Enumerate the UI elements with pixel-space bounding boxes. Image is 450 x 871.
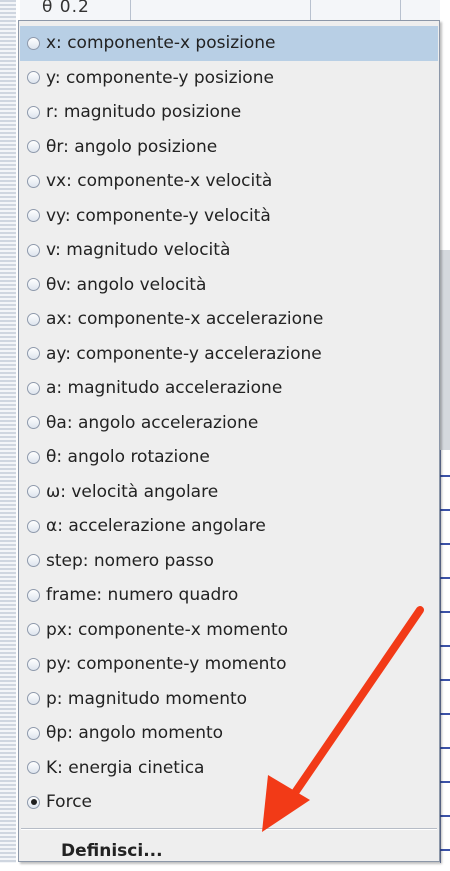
plot-tick-mark xyxy=(440,781,450,783)
menu-item[interactable]: y: componente-y posizione xyxy=(20,61,438,96)
plot-tick-mark xyxy=(440,815,450,817)
radio-unchecked-icon xyxy=(27,36,40,50)
menu-item-label: θ: angolo rotazione xyxy=(46,447,210,468)
radio-unchecked-icon xyxy=(27,657,40,671)
menu-item-label: x: componente-x posizione xyxy=(46,33,276,54)
menu-item-label: y: componente-y posizione xyxy=(46,67,274,88)
radio-unchecked-icon xyxy=(27,554,40,568)
plot-tick-mark xyxy=(440,679,450,681)
menu-item-label: Force xyxy=(46,792,92,813)
menu-item[interactable]: ax: componente-x accelerazione xyxy=(20,302,438,337)
radio-unchecked-icon xyxy=(27,71,40,85)
menu-item-label: frame: numero quadro xyxy=(46,585,239,606)
menu-item-label: vx: componente-x velocità xyxy=(46,171,273,192)
table-column-divider xyxy=(310,0,311,20)
radio-unchecked-icon xyxy=(27,312,40,326)
menu-separator-highlight xyxy=(21,829,437,830)
plot-tick-mark xyxy=(440,475,450,477)
menu-item-label: r: magnitudo posizione xyxy=(46,102,242,123)
menu-item[interactable]: py: componente-y momento xyxy=(20,647,438,682)
menu-item-label: ω: velocità angolare xyxy=(46,481,219,502)
define-label: Definisci... xyxy=(61,841,163,861)
menu-item-label: θa: angolo accelerazione xyxy=(46,412,259,433)
menu-item[interactable]: θa: angolo accelerazione xyxy=(20,406,438,441)
menu-item[interactable]: θp: angolo momento xyxy=(20,716,438,751)
window-left-border xyxy=(0,0,16,863)
menu-item-label: ax: componente-x accelerazione xyxy=(46,309,324,330)
table-column-divider xyxy=(400,0,401,20)
menu-item-label: ay: componente-y accelerazione xyxy=(46,343,322,364)
menu-item-label: a: magnitudo accelerazione xyxy=(46,378,283,399)
plot-tick-mark xyxy=(440,747,450,749)
variable-popup-menu: x: componente-x posizione y: componente-y… xyxy=(18,20,440,862)
menu-item[interactable]: θv: angolo velocità xyxy=(20,268,438,303)
menu-item-label: v: magnitudo velocità xyxy=(46,240,231,261)
menu-item-label: px: componente-x momento xyxy=(46,619,289,640)
radio-checked-icon xyxy=(27,795,40,809)
menu-item[interactable]: a: magnitudo accelerazione xyxy=(20,371,438,406)
menu-item[interactable]: frame: numero quadro xyxy=(20,578,438,613)
menu-item[interactable]: α: accelerazione angolare xyxy=(20,509,438,544)
table-column-divider xyxy=(130,0,131,20)
radio-unchecked-icon xyxy=(27,519,40,533)
radio-unchecked-icon xyxy=(27,105,40,119)
menu-item[interactable]: K: energia cinetica xyxy=(20,751,438,786)
radio-unchecked-icon xyxy=(27,450,40,464)
menu-item[interactable]: x: componente-x posizione xyxy=(20,26,438,61)
menu-item[interactable]: vy: componente-y velocità xyxy=(20,199,438,234)
radio-unchecked-icon xyxy=(27,692,40,706)
menu-item-label: py: componente-y momento xyxy=(46,654,287,675)
plot-tick-mark xyxy=(440,611,450,613)
radio-unchecked-icon xyxy=(27,726,40,740)
plot-tick-mark xyxy=(440,849,450,851)
radio-unchecked-icon xyxy=(27,588,40,602)
plot-tick-mark xyxy=(440,577,450,579)
menu-item[interactable]: Force xyxy=(20,785,438,820)
menu-item-label: K: energia cinetica xyxy=(46,757,205,778)
radio-unchecked-icon xyxy=(27,761,40,775)
menu-item[interactable]: ay: componente-y accelerazione xyxy=(20,337,438,372)
radio-unchecked-icon xyxy=(27,243,40,257)
menu-item[interactable]: θr: angolo posizione xyxy=(20,130,438,165)
menu-item[interactable]: px: componente-x momento xyxy=(20,613,438,648)
menu-item[interactable]: r: magnitudo posizione xyxy=(20,95,438,130)
radio-unchecked-icon xyxy=(27,278,40,292)
menu-item-label: p: magnitudo momento xyxy=(46,688,248,709)
menu-item-label: θp: angolo momento xyxy=(46,723,224,744)
radio-unchecked-icon xyxy=(27,347,40,361)
plot-tick-mark xyxy=(440,713,450,715)
plot-tick-mark xyxy=(440,509,450,511)
radio-unchecked-icon xyxy=(27,485,40,499)
radio-unchecked-icon xyxy=(27,381,40,395)
menu-item-label: θr: angolo posizione xyxy=(46,136,218,157)
plot-tick-mark xyxy=(440,543,450,545)
table-cell-partial: θ 0.2 xyxy=(42,0,90,17)
radio-unchecked-icon xyxy=(27,174,40,188)
radio-unchecked-icon xyxy=(27,623,40,637)
define-menu-item[interactable]: Definisci... xyxy=(20,831,438,871)
plot-axis-line xyxy=(440,450,441,863)
menu-item[interactable]: v: magnitudo velocità xyxy=(20,233,438,268)
menu-item-label: θv: angolo velocità xyxy=(46,274,207,295)
menu-item[interactable]: p: magnitudo momento xyxy=(20,682,438,717)
menu-item-label: α: accelerazione angolare xyxy=(46,516,266,537)
radio-unchecked-icon xyxy=(27,209,40,223)
menu-item-label: step: nomero passo xyxy=(46,550,214,571)
menu-item[interactable]: ω: velocità angolare xyxy=(20,475,438,510)
radio-unchecked-icon xyxy=(27,140,40,154)
menu-item-label: vy: componente-y velocità xyxy=(46,205,271,226)
radio-unchecked-icon xyxy=(27,416,40,430)
menu-item[interactable]: step: nomero passo xyxy=(20,544,438,579)
menu-item[interactable]: vx: componente-x velocità xyxy=(20,164,438,199)
menu-item[interactable]: θ: angolo rotazione xyxy=(20,440,438,475)
plot-tick-mark xyxy=(440,645,450,647)
